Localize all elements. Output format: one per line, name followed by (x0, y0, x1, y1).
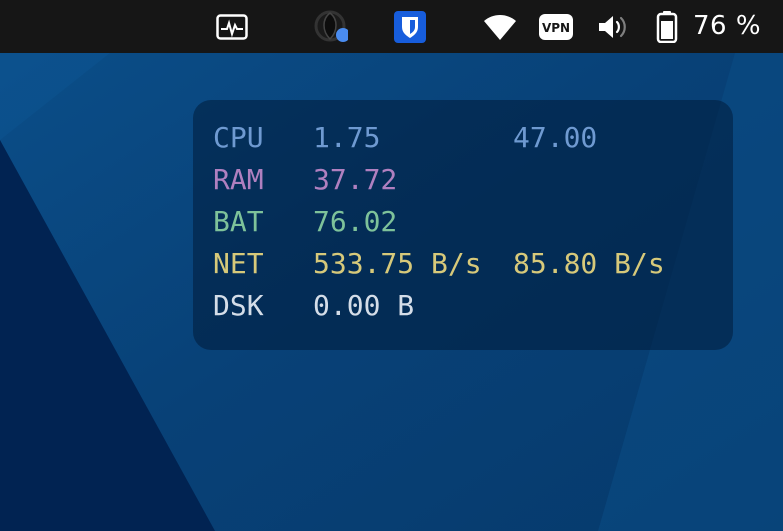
top-panel: VPN 76 % (0, 0, 783, 53)
net-down-value: 533.75 B/s (313, 247, 482, 280)
system-monitor-icon[interactable] (212, 0, 252, 53)
system-monitor-widget: CPU 1.75 47.00 RAM 37.72 BAT 76.02 NET 5… (193, 100, 733, 350)
battery-icon[interactable] (654, 0, 680, 53)
net-label: NET (213, 247, 264, 280)
dsk-value: 0.00 B (313, 289, 415, 322)
ram-label: RAM (213, 163, 264, 196)
volume-icon[interactable] (594, 0, 630, 53)
cpu-usage-value: 1.75 (313, 121, 381, 154)
cpu-temp-value: 47.00 (513, 121, 598, 154)
battery-percentage[interactable]: 76 % (693, 0, 761, 53)
dsk-label: DSK (213, 289, 264, 322)
ram-value: 37.72 (313, 163, 398, 196)
bat-value: 76.02 (313, 205, 398, 238)
bitwarden-shield-icon[interactable] (393, 0, 427, 53)
vpn-icon-label: VPN (542, 21, 570, 35)
cpu-label: CPU (213, 121, 264, 154)
vpn-icon[interactable]: VPN (537, 0, 575, 53)
net-up-value: 85.80 B/s (513, 247, 665, 280)
bat-label: BAT (213, 205, 264, 238)
wifi-icon[interactable] (482, 0, 518, 53)
app-indicator-icon[interactable] (308, 0, 352, 53)
